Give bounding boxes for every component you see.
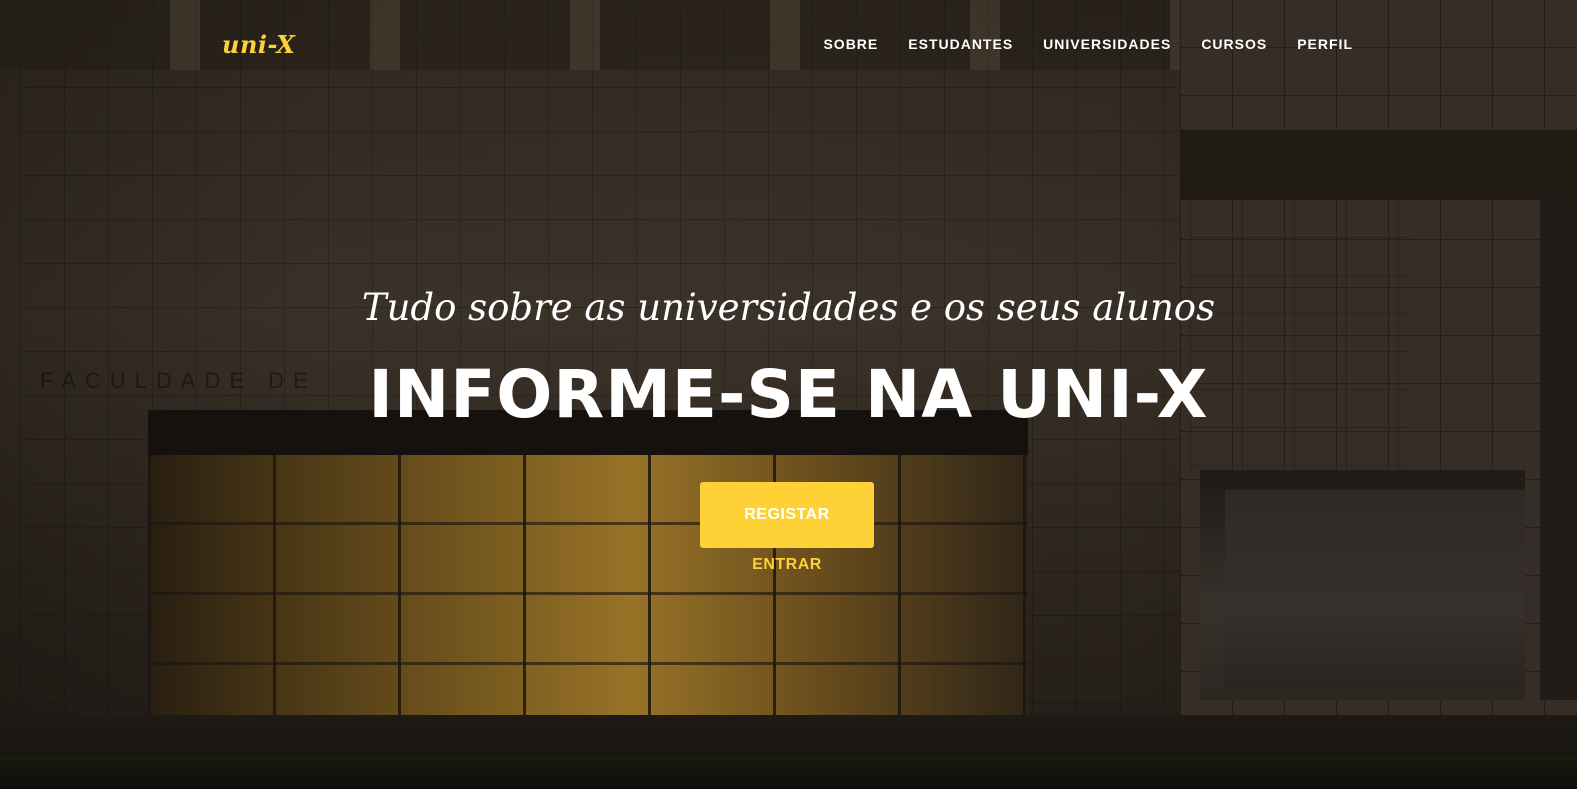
nav-item: SOBRE [823,36,878,54]
main-nav: SOBRE ESTUDANTES UNIVERSIDADES CURSOS PE… [823,36,1353,54]
nav-item: ESTUDANTES [908,36,1013,54]
nav-link-estudantes[interactable]: ESTUDANTES [908,36,1013,52]
nav-link-cursos[interactable]: CURSOS [1201,36,1267,52]
brand-logo[interactable]: uni-X [222,30,295,59]
nav-link-perfil[interactable]: PERFIL [1297,36,1353,52]
hero-heading: INFORME-SE NA UNI-X [368,356,1209,433]
login-link[interactable]: ENTRAR [700,556,874,574]
nav-item: PERFIL [1297,36,1353,54]
nav-link-universidades[interactable]: UNIVERSIDADES [1043,36,1171,52]
nav-item: UNIVERSIDADES [1043,36,1171,54]
nav-link-sobre[interactable]: SOBRE [823,36,878,52]
hero-section: FACULDADE DE uni-X SOBRE ESTUDANTES UNIV… [0,0,1577,789]
register-button[interactable]: REGISTAR [700,482,874,548]
hero-subheading: Tudo sobre as universidades e os seus al… [361,286,1216,329]
nav-item: CURSOS [1201,36,1267,54]
